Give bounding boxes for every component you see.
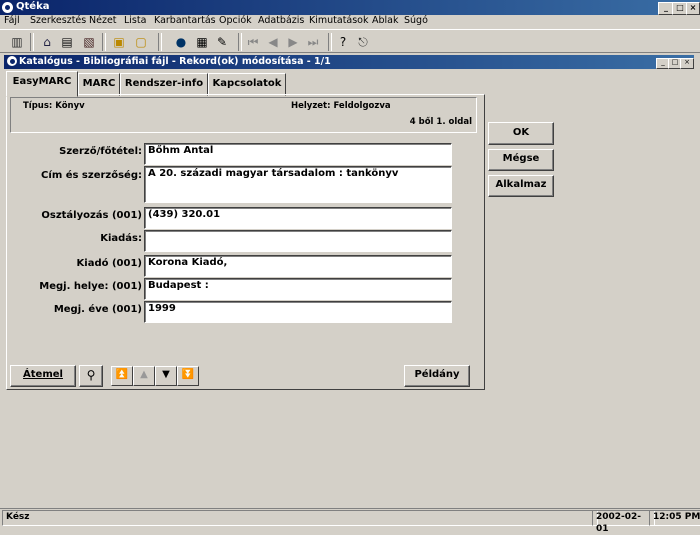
tab-rendszer-info[interactable]: Rendszer-info <box>120 73 208 96</box>
catalog-window-title: Katalógus - Bibliográfiai fájl - Rekord(… <box>19 56 331 67</box>
menu-bar: Fájl Szerkesztés Nézet Lista Karbantartá… <box>0 15 700 29</box>
house-icon[interactable]: ⌂ <box>38 33 56 51</box>
prev-record-icon[interactable]: ◀ <box>264 33 282 51</box>
status-time: 12:05 PM <box>649 510 700 526</box>
menu-database[interactable]: Adatbázis <box>258 15 304 26</box>
record-type: Típus: Könyv <box>23 101 85 111</box>
toolbar-separator <box>238 33 242 51</box>
window-icon[interactable] <box>7 56 17 66</box>
notebook-icon[interactable]: ▧ <box>80 33 98 51</box>
ok-button[interactable]: OK <box>488 122 554 145</box>
search-button[interactable]: ⚲ <box>79 365 103 387</box>
unlock-icon[interactable]: ▢ <box>132 33 150 51</box>
app-title-bar: Qtéka _ □ × <box>0 0 700 15</box>
szerzo-field[interactable]: Bőhm Antal <box>144 143 452 165</box>
toolbar-separator <box>30 33 34 51</box>
help-icon[interactable]: ? <box>334 33 352 51</box>
exit-door-icon[interactable]: ⎋ <box>354 33 372 51</box>
label-osztalyozas: Osztályozás (001) <box>41 210 142 221</box>
app-title: Qtéka <box>16 1 50 12</box>
last-record-icon[interactable]: ⏭ <box>304 33 322 51</box>
move-last-button[interactable]: ⏬ <box>177 366 199 386</box>
app-icon[interactable] <box>2 2 13 13</box>
peldany-button[interactable]: Példány <box>404 365 470 387</box>
status-text: Kész <box>2 510 598 526</box>
menu-file[interactable]: Fájl <box>4 15 20 26</box>
label-kiadas: Kiadás: <box>100 233 142 244</box>
label-megj-eve: Megj. éve (001) <box>53 304 142 315</box>
cim-field[interactable]: A 20. századi magyar társadalom : tankön… <box>144 166 452 203</box>
double-down-icon: ⏬ <box>181 369 195 380</box>
menu-list[interactable]: Lista <box>124 15 146 26</box>
first-record-icon[interactable]: ⏮ <box>244 33 262 51</box>
menu-view[interactable]: Nézet <box>89 15 117 26</box>
catalog-window-title-bar: Katalógus - Bibliográfiai fájl - Rekord(… <box>4 55 694 69</box>
double-up-icon: ⏫ <box>115 369 129 380</box>
close-button[interactable]: × <box>686 2 700 15</box>
toolbar-separator <box>158 33 162 51</box>
toolbar-separator <box>328 33 332 51</box>
next-record-icon[interactable]: ▶ <box>284 33 302 51</box>
label-szerzo: Szerző/főtétel: <box>59 146 142 157</box>
atemel-button[interactable]: Átemel <box>10 365 76 387</box>
pen-icon[interactable]: ✎ <box>213 33 231 51</box>
menu-edit[interactable]: Szerkesztés <box>30 15 86 26</box>
kiadas-field[interactable] <box>144 230 452 252</box>
child-close-button[interactable]: × <box>680 58 694 69</box>
menu-reports[interactable]: Kimutatások <box>309 15 369 26</box>
magnifier-icon: ⚲ <box>86 368 96 382</box>
down-arrow-icon: ▼ <box>162 369 170 380</box>
tab-easymarc[interactable]: EasyMARC <box>6 71 78 97</box>
book-icon[interactable]: ▤ <box>58 33 76 51</box>
apply-button[interactable]: Alkalmaz <box>488 175 554 197</box>
globe-icon[interactable]: ● <box>172 33 190 51</box>
label-megj-helye: Megj. helye: (001) <box>39 281 142 292</box>
menu-maintenance[interactable]: Karbantartás <box>154 15 216 26</box>
tab-marc[interactable]: MARC <box>78 73 120 96</box>
up-arrow-icon: ▲ <box>140 369 148 380</box>
menu-window[interactable]: Ablak <box>372 15 399 26</box>
books-icon[interactable]: ▥ <box>8 33 26 51</box>
page-indicator: 4 ből 1. oldal <box>409 117 472 127</box>
lock-icon[interactable]: ▣ <box>110 33 128 51</box>
status-date: 2002-02-01 <box>592 510 655 534</box>
move-down-button[interactable]: ▼ <box>155 366 177 386</box>
osztalyozas-field[interactable]: (439) 320.01 <box>144 207 452 229</box>
toolbar: ▥ ⌂ ▤ ▧ ▣ ▢ ● ▦ ✎ ⏮ ◀ ▶ ⏭ ? ⎋ <box>0 29 700 53</box>
move-up-button[interactable]: ▲ <box>133 366 155 386</box>
label-cim: Cím és szerzőség: <box>41 170 142 181</box>
menu-options[interactable]: Opciók <box>219 15 252 26</box>
megj-helye-field[interactable]: Budapest : <box>144 278 452 300</box>
cancel-button[interactable]: Mégse <box>488 149 554 171</box>
menu-help[interactable]: Súgó <box>404 15 428 26</box>
grid-icon[interactable]: ▦ <box>193 33 211 51</box>
record-status: Helyzet: Feldolgozva <box>291 101 391 111</box>
megj-eve-field[interactable]: 1999 <box>144 301 452 323</box>
tab-kapcsolatok[interactable]: Kapcsolatok <box>208 73 286 96</box>
label-kiado: Kiadó (001) <box>76 258 142 269</box>
kiado-field[interactable]: Korona Kiadó, <box>144 255 452 277</box>
record-info-box: Típus: Könyv Helyzet: Feldolgozva 4 ből … <box>10 97 477 133</box>
move-first-button[interactable]: ⏫ <box>111 366 133 386</box>
toolbar-separator <box>102 33 106 51</box>
